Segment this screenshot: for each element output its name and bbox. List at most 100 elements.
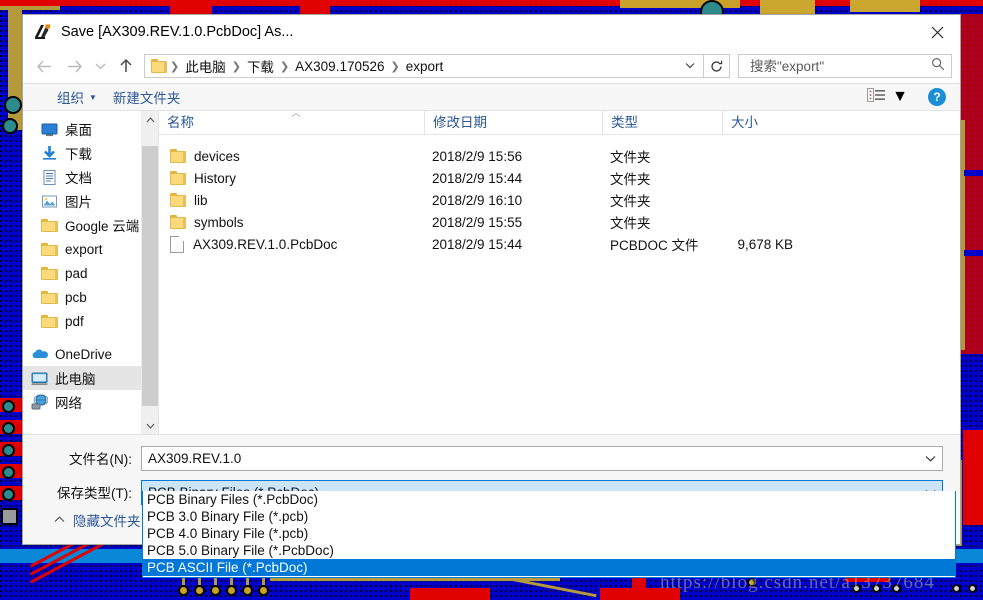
table-row[interactable]: symbols 2018/2/9 15:55 文件夹 — [159, 211, 960, 233]
close-icon[interactable] — [914, 16, 960, 49]
pcb-pad — [242, 585, 253, 596]
search-icon[interactable] — [931, 57, 945, 76]
table-row[interactable]: AX309.REV.1.0.PcbDoc 2018/2/9 15:44 PCBD… — [159, 233, 960, 255]
file-name-cell[interactable]: symbols — [159, 215, 424, 230]
command-bar: 组织 ▼ 新建文件夹 ▼ ? — [23, 83, 960, 111]
folder-icon — [170, 215, 186, 229]
pcb-pad — [258, 585, 269, 596]
column-header-label: 类型 — [611, 114, 638, 130]
dropdown-option[interactable]: PCB 4.0 Binary File (*.pcb) — [143, 525, 955, 542]
refresh-icon[interactable] — [704, 54, 730, 78]
file-date-cell: 2018/2/9 15:44 — [432, 170, 523, 186]
sidebar-item-label: pad — [65, 265, 88, 281]
table-row[interactable]: History 2018/2/9 15:44 文件夹 — [159, 167, 960, 189]
breadcrumb-item-3[interactable]: export — [401, 59, 449, 74]
chevron-up-icon[interactable] — [142, 111, 158, 128]
sidebar-item-documents[interactable]: 文档 — [23, 165, 158, 189]
sidebar-item-label: 网络 — [55, 396, 82, 411]
file-name-cell[interactable]: History — [159, 171, 424, 186]
pcb-pad — [178, 585, 189, 596]
pcb-via — [2, 118, 18, 134]
file-date-cell: 2018/2/9 15:44 — [432, 236, 523, 252]
back-arrow-icon[interactable] — [29, 51, 59, 81]
filename-row: 文件名(N): — [23, 445, 960, 471]
sidebar-scrollbar[interactable] — [141, 111, 158, 434]
recent-locations-chevron-icon[interactable] — [89, 51, 111, 81]
sidebar-item-pad[interactable]: pad — [23, 261, 158, 285]
help-button[interactable]: ? — [928, 88, 946, 106]
column-header-size[interactable]: 大小 — [722, 110, 800, 134]
file-name-cell[interactable]: lib — [159, 193, 424, 208]
file-name-cell[interactable]: devices — [159, 149, 424, 164]
pcb-pad — [892, 584, 901, 593]
pcb-pad — [952, 584, 961, 593]
forward-arrow-icon[interactable] — [59, 51, 89, 81]
table-row[interactable]: devices 2018/2/9 15:56 文件夹 — [159, 145, 960, 167]
view-layout-button[interactable]: ▼ — [861, 87, 914, 107]
dropdown-option[interactable]: PCB Binary Files (*.PcbDoc) — [143, 491, 955, 508]
pcb-trace — [850, 0, 920, 12]
sidebar-item-label: 下载 — [65, 147, 92, 162]
hide-folders-label: 隐藏文件夹 — [73, 514, 141, 529]
sidebar-item-label: 桌面 — [65, 123, 92, 138]
pcb-plane — [963, 430, 983, 525]
pcb-via — [2, 466, 15, 479]
pcb-pad — [210, 585, 221, 596]
sidebar-item-label: 此电脑 — [55, 372, 96, 387]
dropdown-option-selected[interactable]: PCB ASCII File (*.PcbDoc) — [143, 559, 955, 576]
sidebar-item-label: Google 云端 — [65, 219, 140, 234]
dialog-body: 桌面 下载 文档 图片 Google 云端 export pad pcb pdf… — [23, 108, 960, 434]
table-row[interactable]: lib 2018/2/9 16:10 文件夹 — [159, 189, 960, 211]
folder-icon — [41, 265, 58, 282]
column-header-date[interactable]: 修改日期 — [424, 110, 602, 134]
sidebar-item-pdf[interactable]: pdf — [23, 309, 158, 333]
dropdown-option[interactable]: PCB 3.0 Binary File (*.pcb) — [143, 508, 955, 525]
file-type-cell: 文件夹 — [610, 194, 651, 209]
up-arrow-icon[interactable] — [111, 51, 141, 81]
breadcrumb[interactable]: ❯ 此电脑 ❯ 下载 ❯ AX309.170526 ❯ export — [144, 54, 704, 78]
column-header-name[interactable]: ︿ 名称 — [159, 108, 424, 134]
breadcrumb-separator: ❯ — [279, 60, 290, 73]
search-input[interactable] — [748, 57, 931, 75]
pcb-plane — [632, 578, 646, 600]
navigation-bar: ❯ 此电脑 ❯ 下载 ❯ AX309.170526 ❯ export — [23, 49, 960, 83]
chevron-down-icon[interactable] — [918, 447, 942, 470]
file-size-cell: 9,678 KB — [737, 236, 793, 252]
breadcrumb-item-1[interactable]: 下载 — [242, 56, 279, 76]
dropdown-option[interactable]: PCB 5.0 Binary File (*.PcbDoc) — [143, 542, 955, 559]
sidebar-item-label: pcb — [65, 289, 87, 305]
sidebar-item-pcb[interactable]: pcb — [23, 285, 158, 309]
filename-input[interactable] — [141, 445, 943, 471]
chevron-down-icon[interactable] — [142, 417, 158, 434]
folder-icon — [170, 149, 186, 163]
column-header-type[interactable]: 类型 — [602, 110, 722, 134]
folder-icon — [41, 289, 58, 306]
sidebar-item-this-pc[interactable]: 此电脑 — [23, 366, 158, 390]
filetype-dropdown-list[interactable]: PCB Binary Files (*.PcbDoc) PCB 3.0 Bina… — [142, 491, 956, 578]
file-rows: devices 2018/2/9 15:56 文件夹 History 2018/… — [159, 135, 960, 255]
sidebar-item-export[interactable]: export — [23, 237, 158, 261]
folder-icon — [151, 59, 167, 73]
sidebar-item-pictures[interactable]: 图片 — [23, 189, 158, 213]
new-folder-button[interactable]: 新建文件夹 — [105, 87, 189, 107]
breadcrumb-item-2[interactable]: AX309.170526 — [290, 59, 389, 74]
folder-icon — [41, 241, 58, 258]
file-icon — [170, 235, 184, 253]
sidebar-item-network[interactable]: 网络 — [23, 390, 158, 414]
hide-folders-toggle[interactable]: 隐藏文件夹 — [54, 510, 141, 530]
chevron-down-icon[interactable] — [679, 60, 701, 72]
scrollbar-thumb[interactable] — [142, 146, 158, 406]
search-box[interactable] — [738, 54, 952, 78]
file-name-cell[interactable]: AX309.REV.1.0.PcbDoc — [159, 235, 424, 253]
column-header-label: 大小 — [731, 114, 758, 130]
onedrive-cloud-icon — [31, 346, 48, 363]
sidebar-item-onedrive[interactable]: OneDrive — [23, 342, 158, 366]
sidebar-item-desktop[interactable]: 桌面 — [23, 117, 158, 141]
sidebar-item-google-drive[interactable]: Google 云端 — [23, 213, 158, 237]
sidebar-item-label: pdf — [65, 313, 84, 329]
organize-button[interactable]: 组织 ▼ — [49, 87, 105, 107]
breadcrumb-item-0[interactable]: 此电脑 — [180, 56, 231, 76]
file-type-cell: 文件夹 — [610, 150, 651, 165]
sidebar-item-downloads[interactable]: 下载 — [23, 141, 158, 165]
title-bar: Save [AX309.REV.1.0.PcbDoc] As... — [23, 15, 960, 49]
